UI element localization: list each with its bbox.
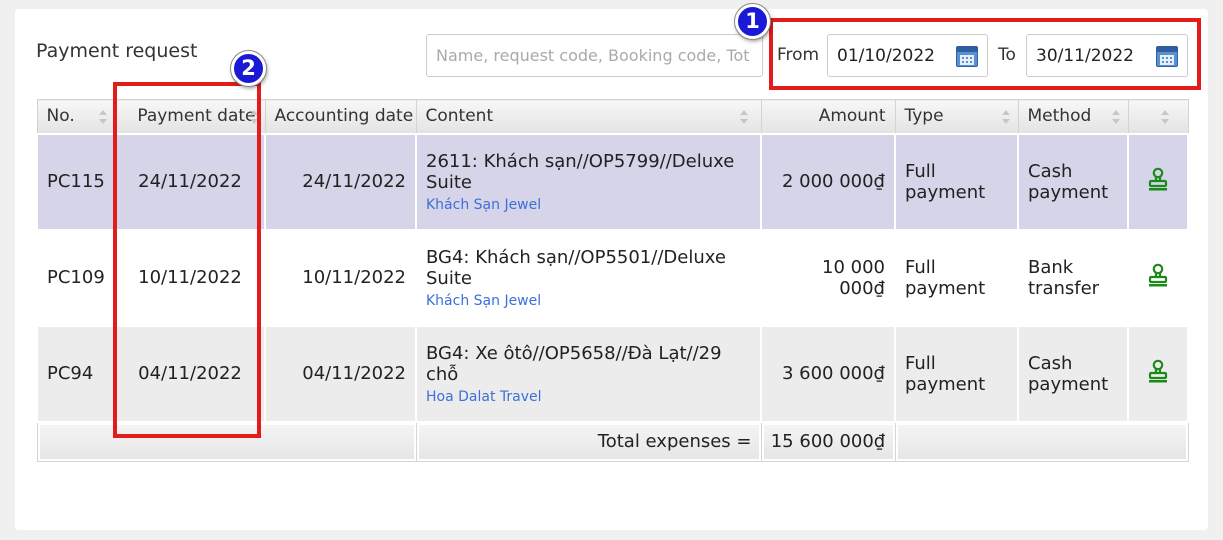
col-header-type[interactable]: Type: [894, 99, 1019, 134]
annotation-box-payment-date: [113, 82, 261, 438]
cell-accounting-date: 24/11/2022: [264, 132, 417, 231]
sort-icon[interactable]: [1001, 110, 1010, 124]
content-text: BG4: Xe ôtô//OP5658//Đà Lạt//29 chỗ: [426, 342, 722, 385]
supplier-link[interactable]: Hoa Dalat Travel: [426, 389, 751, 405]
cell-content: BG4: Khách sạn//OP5501//Deluxe Suite Khác…: [415, 228, 762, 327]
cell-action: [1127, 228, 1189, 327]
cell-no: PC94: [36, 324, 116, 423]
content-text: BG4: Khách sạn//OP5501//Deluxe Suite: [426, 246, 726, 289]
cell-action: [1127, 324, 1189, 423]
cell-action: [1127, 132, 1189, 231]
total-empty-cell: [894, 421, 1189, 462]
cell-method: Cash payment: [1017, 324, 1129, 423]
cell-type: Full payment: [894, 324, 1019, 423]
col-header-accounting-date[interactable]: Accounting date: [264, 99, 417, 134]
content-text: 2611: Khách sạn//OP5799//Deluxe Suite: [426, 150, 735, 193]
cell-accounting-date: 04/11/2022: [264, 324, 417, 423]
cell-type: Full payment: [894, 132, 1019, 231]
sort-icon[interactable]: [1111, 110, 1120, 124]
col-header-method[interactable]: Method: [1017, 99, 1129, 134]
supplier-link[interactable]: Khách Sạn Jewel: [426, 197, 751, 213]
total-label: Total expenses =: [415, 421, 762, 462]
cell-method: Cash payment: [1017, 132, 1129, 231]
cell-no: PC109: [36, 228, 116, 327]
col-header-no[interactable]: No.: [36, 99, 116, 134]
annotation-badge-2: 2: [231, 51, 266, 86]
cell-accounting-date: 10/11/2022: [264, 228, 417, 327]
annotation-badge-1: 1: [735, 4, 770, 39]
total-value: 15 600 000₫: [760, 421, 896, 462]
search-input[interactable]: [426, 34, 763, 77]
cell-content: 2611: Khách sạn//OP5799//Deluxe Suite Khá…: [415, 132, 762, 231]
cell-no: PC115: [36, 132, 116, 231]
sort-icon[interactable]: [1160, 110, 1169, 124]
col-header-amount[interactable]: Amount: [760, 99, 896, 134]
col-header-action[interactable]: [1127, 99, 1189, 134]
col-header-content[interactable]: Content: [415, 99, 762, 134]
supplier-link[interactable]: Khách Sạn Jewel: [426, 293, 751, 309]
cell-amount: 2 000 000₫: [760, 132, 896, 231]
sort-icon[interactable]: [739, 110, 748, 124]
cell-amount: 3 600 000₫: [760, 324, 896, 423]
cell-type: Full payment: [894, 228, 1019, 327]
cell-content: BG4: Xe ôtô//OP5658//Đà Lạt//29 chỗ Hoa D…: [415, 324, 762, 423]
annotation-box-date-range: [769, 18, 1201, 90]
cell-amount: 10 000 000₫: [760, 228, 896, 327]
approve-stamp-icon[interactable]: [1147, 263, 1169, 287]
approve-stamp-icon[interactable]: [1147, 359, 1169, 383]
sort-icon[interactable]: [98, 110, 107, 124]
approve-stamp-icon[interactable]: [1147, 167, 1169, 191]
cell-method: Bank transfer: [1017, 228, 1129, 327]
page-title: Payment request: [36, 40, 198, 62]
